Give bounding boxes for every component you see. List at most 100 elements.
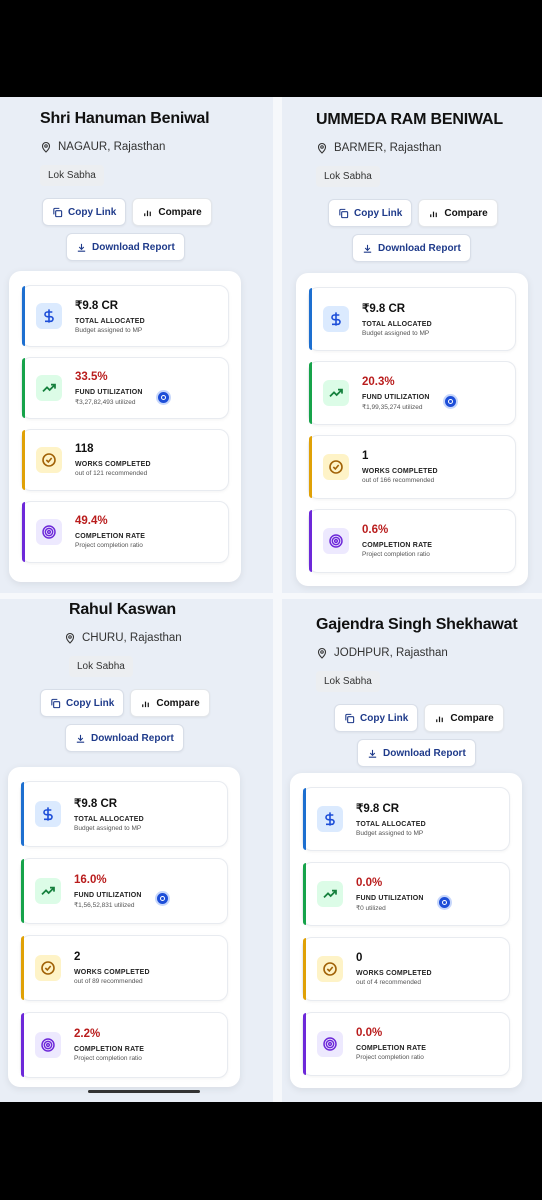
stat-rate: 0.6% COMPLETION RATE Project completion ra… bbox=[308, 509, 516, 573]
download-report-button[interactable]: Download Report bbox=[357, 739, 476, 767]
stat-value: 0.6% bbox=[362, 524, 389, 536]
stat-subtext: Budget assigned to MP bbox=[75, 327, 143, 334]
stat-value: 2.2% bbox=[74, 1028, 101, 1040]
stat-label: FUND UTILIZATION bbox=[75, 388, 143, 396]
mp-header-churu: Rahul Kaswan CHURU, Rajasthan Lok Sabha … bbox=[40, 601, 324, 752]
download-icon bbox=[77, 243, 86, 252]
stat-value: 0.0% bbox=[356, 1027, 383, 1039]
dollar-icon bbox=[317, 806, 343, 832]
stat-subtext: Project completion ratio bbox=[362, 551, 430, 558]
accent-bar bbox=[22, 502, 25, 562]
copy-icon bbox=[339, 208, 349, 218]
location-row: CHURU, Rajasthan bbox=[64, 632, 324, 644]
mp-header-nagaur: Shri Hanuman Beniwal NAGAUR, Rajasthan L… bbox=[40, 110, 295, 261]
compare-button[interactable]: Compare bbox=[424, 704, 504, 732]
bar-chart-icon bbox=[144, 210, 152, 216]
stat-utilization: 16.0% FUND UTILIZATION ₹1,56,52,831 utiliz… bbox=[20, 858, 228, 924]
stat-value: 118 bbox=[75, 443, 94, 455]
stat-subtext: ₹1,99,35,274 utilized bbox=[362, 403, 423, 411]
download-report-button[interactable]: Download Report bbox=[66, 233, 185, 261]
target-icon bbox=[35, 1032, 61, 1058]
stat-value: 2 bbox=[74, 951, 81, 963]
compare-button[interactable]: Compare bbox=[130, 689, 210, 717]
accent-bar bbox=[21, 936, 24, 1000]
check-circle-icon bbox=[35, 955, 61, 981]
copy-link-button[interactable]: Copy Link bbox=[42, 198, 127, 226]
accent-bar bbox=[21, 859, 24, 923]
stat-subtext: ₹3,27,82,493 utilized bbox=[75, 398, 136, 406]
stat-label: COMPLETION RATE bbox=[74, 1046, 145, 1053]
location-pin-icon bbox=[41, 141, 51, 153]
target-icon bbox=[36, 519, 62, 545]
stat-rate: 49.4% COMPLETION RATE Project completion r… bbox=[21, 501, 229, 563]
dollar-icon bbox=[323, 306, 349, 332]
compare-button[interactable]: Compare bbox=[132, 198, 212, 226]
info-icon[interactable] bbox=[156, 390, 171, 405]
location-text: CHURU, Rajasthan bbox=[82, 632, 182, 644]
stat-subtext: ₹0 utilized bbox=[356, 904, 386, 912]
stat-subtext: Budget assigned to MP bbox=[356, 830, 424, 837]
target-icon bbox=[323, 528, 349, 554]
compare-label: Compare bbox=[450, 712, 494, 724]
stat-allocated: ₹9.8 CR TOTAL ALLOCATED Budget assigned to… bbox=[308, 287, 516, 351]
accent-bar bbox=[22, 358, 25, 418]
mp-header-jodhpur: Gajendra Singh Shekhawat JODHPUR, Rajast… bbox=[316, 616, 542, 767]
stat-works: 0 WORKS COMPLETED out of 4 recommended bbox=[302, 937, 510, 1001]
stat-label: FUND UTILIZATION bbox=[74, 891, 142, 899]
stat-value: ₹9.8 CR bbox=[362, 303, 406, 315]
download-report-label: Download Report bbox=[91, 732, 174, 744]
download-report-button[interactable]: Download Report bbox=[352, 234, 471, 262]
download-icon bbox=[363, 244, 372, 253]
bar-chart-icon bbox=[142, 701, 150, 707]
check-circle-icon bbox=[36, 447, 62, 473]
info-icon[interactable] bbox=[443, 394, 458, 409]
download-report-button[interactable]: Download Report bbox=[65, 724, 184, 752]
stat-label: WORKS COMPLETED bbox=[74, 969, 150, 976]
stat-utilization: 20.3% FUND UTILIZATION ₹1,99,35,274 utiliz… bbox=[308, 361, 516, 425]
bar-chart-icon bbox=[430, 211, 438, 217]
info-icon[interactable] bbox=[437, 895, 452, 910]
location-row: NAGAUR, Rajasthan bbox=[40, 141, 295, 153]
check-circle-icon bbox=[317, 956, 343, 982]
stat-label: FUND UTILIZATION bbox=[356, 894, 424, 902]
copy-icon bbox=[53, 207, 63, 217]
compare-button[interactable]: Compare bbox=[418, 199, 498, 227]
stat-utilization: 0.0% FUND UTILIZATION ₹0 utilized bbox=[302, 862, 510, 926]
accent-bar bbox=[309, 362, 312, 424]
trending-up-icon bbox=[35, 878, 61, 904]
stat-subtext: ₹1,56,52,831 utilized bbox=[74, 901, 135, 909]
stat-works: 2 WORKS COMPLETED out of 89 recommended bbox=[20, 935, 228, 1001]
download-icon bbox=[368, 749, 377, 758]
stats-card-churu: ₹9.8 CR TOTAL ALLOCATED Budget assigned to… bbox=[8, 767, 240, 1087]
stat-subtext: out of 4 recommended bbox=[356, 979, 422, 986]
copy-icon bbox=[51, 698, 61, 708]
accent-bar bbox=[303, 863, 306, 925]
stat-utilization: 33.5% FUND UTILIZATION ₹3,27,82,493 utiliz… bbox=[21, 357, 229, 419]
horizontal-divider bbox=[0, 593, 542, 599]
trending-up-icon bbox=[36, 375, 62, 401]
stat-subtext: Budget assigned to MP bbox=[362, 330, 430, 337]
info-icon[interactable] bbox=[155, 891, 170, 906]
copy-link-button[interactable]: Copy Link bbox=[334, 704, 419, 732]
location-pin-icon bbox=[317, 647, 327, 659]
stat-value: 49.4% bbox=[75, 515, 108, 527]
copy-link-button[interactable]: Copy Link bbox=[40, 689, 125, 717]
house-badge: Lok Sabha bbox=[40, 165, 104, 186]
copy-link-label: Copy Link bbox=[360, 712, 409, 724]
stat-allocated: ₹9.8 CR TOTAL ALLOCATED Budget assigned to… bbox=[21, 285, 229, 347]
accent-bar bbox=[303, 788, 306, 850]
house-badge: Lok Sabha bbox=[316, 166, 380, 187]
stat-value: ₹9.8 CR bbox=[356, 803, 400, 815]
stat-label: COMPLETION RATE bbox=[362, 542, 433, 549]
house-badge: Lok Sabha bbox=[69, 656, 133, 677]
stat-rate: 0.0% COMPLETION RATE Project completion ra… bbox=[302, 1012, 510, 1076]
copy-link-button[interactable]: Copy Link bbox=[328, 199, 413, 227]
stat-subtext: Project completion ratio bbox=[74, 1055, 142, 1062]
mp-name: UMMEDA RAM BENIWAL bbox=[316, 111, 503, 128]
stats-card-jodhpur: ₹9.8 CR TOTAL ALLOCATED Budget assigned to… bbox=[290, 773, 522, 1088]
stat-value: 16.0% bbox=[74, 873, 107, 886]
bottom-blank bbox=[0, 1102, 542, 1200]
copy-link-label: Copy Link bbox=[68, 206, 117, 218]
mp-header-barmer: UMMEDA RAM BENIWAL BARMER, Rajasthan Lok… bbox=[316, 111, 542, 262]
stat-label: COMPLETION RATE bbox=[356, 1045, 427, 1052]
